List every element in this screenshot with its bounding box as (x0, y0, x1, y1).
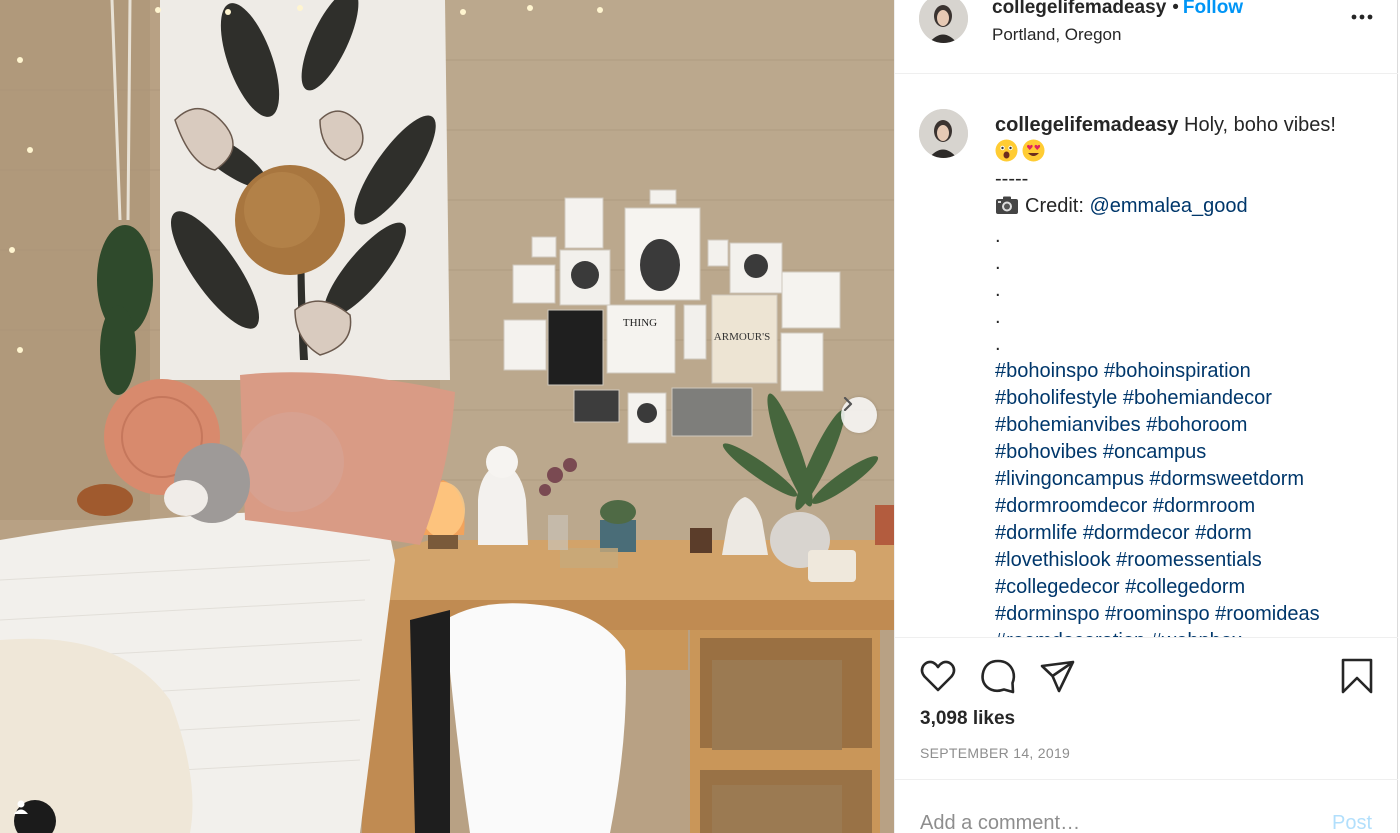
hashtag-line[interactable]: #boholifestyle #bohemiandecor (995, 385, 1365, 412)
likes-count[interactable]: 3,098 likes (920, 708, 1015, 730)
comment-icon (981, 659, 1016, 694)
svg-text:THING: THING (623, 317, 657, 329)
ellipsis-icon (1351, 7, 1373, 25)
hashtag-line[interactable]: #bohovibes #oncampus (995, 439, 1365, 466)
hashtag-line[interactable]: #dormlife #dormdecor #dorm (995, 520, 1365, 547)
post-actions: 3,098 likes SEPTEMBER 14, 2019 (895, 637, 1398, 779)
share-button[interactable] (1038, 656, 1078, 696)
add-comment-bar: Post (895, 779, 1398, 833)
hashtag-line[interactable]: #roomdecoration #wohnbox (995, 628, 1365, 637)
hashtag-line[interactable]: #lovethislook #roomessentials (995, 547, 1365, 574)
caption-username[interactable]: collegelifemadeasy (995, 114, 1178, 136)
credit-mention-link[interactable]: @emmalea_good (1089, 195, 1247, 217)
avatar[interactable] (919, 0, 968, 43)
comment-input[interactable] (920, 808, 1300, 833)
astonished-face-emoji (995, 139, 1018, 162)
post-photo[interactable]: ARMOUR'S THING (0, 0, 894, 833)
post-author: collegelifemadeasy • Follow (992, 0, 1243, 19)
like-button[interactable] (918, 656, 958, 696)
hashtag-line[interactable]: #livingoncampus #dormsweetdorm (995, 466, 1365, 493)
svg-text:ARMOUR'S: ARMOUR'S (714, 331, 770, 343)
post-header: collegelifemadeasy • Follow Portland, Oreg… (895, 0, 1398, 74)
heart-eyes-emoji (1022, 139, 1045, 162)
location-link[interactable]: Portland, Oregon (992, 25, 1121, 45)
post-caption: collegelifemadeasy Holy, boho vibes! ---… (995, 112, 1365, 637)
caption-dot: . (995, 252, 1001, 274)
hashtag-line[interactable]: #bohoinspo #bohoinspiration (995, 358, 1365, 385)
post-details-panel: collegelifemadeasy • Follow Portland, Oreg… (894, 0, 1398, 833)
comments-area[interactable]: collegelifemadeasy Holy, boho vibes! ---… (895, 75, 1398, 637)
caption-avatar[interactable] (919, 109, 968, 158)
paper-plane-icon (1040, 660, 1075, 693)
post-date: SEPTEMBER 14, 2019 (920, 745, 1071, 761)
caption-dot: . (995, 225, 1001, 247)
comment-button[interactable] (978, 656, 1018, 696)
hashtag-line[interactable]: #collegedecor #collegedorm (995, 574, 1365, 601)
separator: • (1172, 0, 1179, 18)
caption-dot: . (995, 333, 1001, 355)
credit-label: Credit: (1025, 195, 1084, 217)
author-username[interactable]: collegelifemadeasy (992, 0, 1166, 18)
caption-dot: . (995, 279, 1001, 301)
caption-credit: Credit: @emmalea_good (995, 193, 1365, 223)
caption-dot: . (995, 306, 1001, 328)
camera-icon (995, 195, 1019, 223)
dorm-room-photo: ARMOUR'S THING (0, 0, 894, 833)
caption-text: Holy, boho vibes! (1184, 114, 1336, 136)
bookmark-icon (1341, 658, 1373, 694)
follow-button[interactable]: Follow (1183, 0, 1243, 18)
hashtag-line[interactable]: #bohemianvibes #bohoroom (995, 412, 1365, 439)
heart-icon (920, 660, 956, 692)
hashtag-line[interactable]: #dorminspo #roominspo #roomideas (995, 601, 1365, 628)
next-photo-button[interactable] (841, 397, 877, 433)
caption-divider: ----- (995, 168, 1029, 190)
hashtag-line[interactable]: #dormroomdecor #dormroom (995, 493, 1365, 520)
caption-emojis (995, 139, 1365, 166)
more-options-button[interactable] (1347, 6, 1377, 26)
save-button[interactable] (1337, 656, 1377, 696)
post-comment-button[interactable]: Post (1332, 812, 1372, 833)
